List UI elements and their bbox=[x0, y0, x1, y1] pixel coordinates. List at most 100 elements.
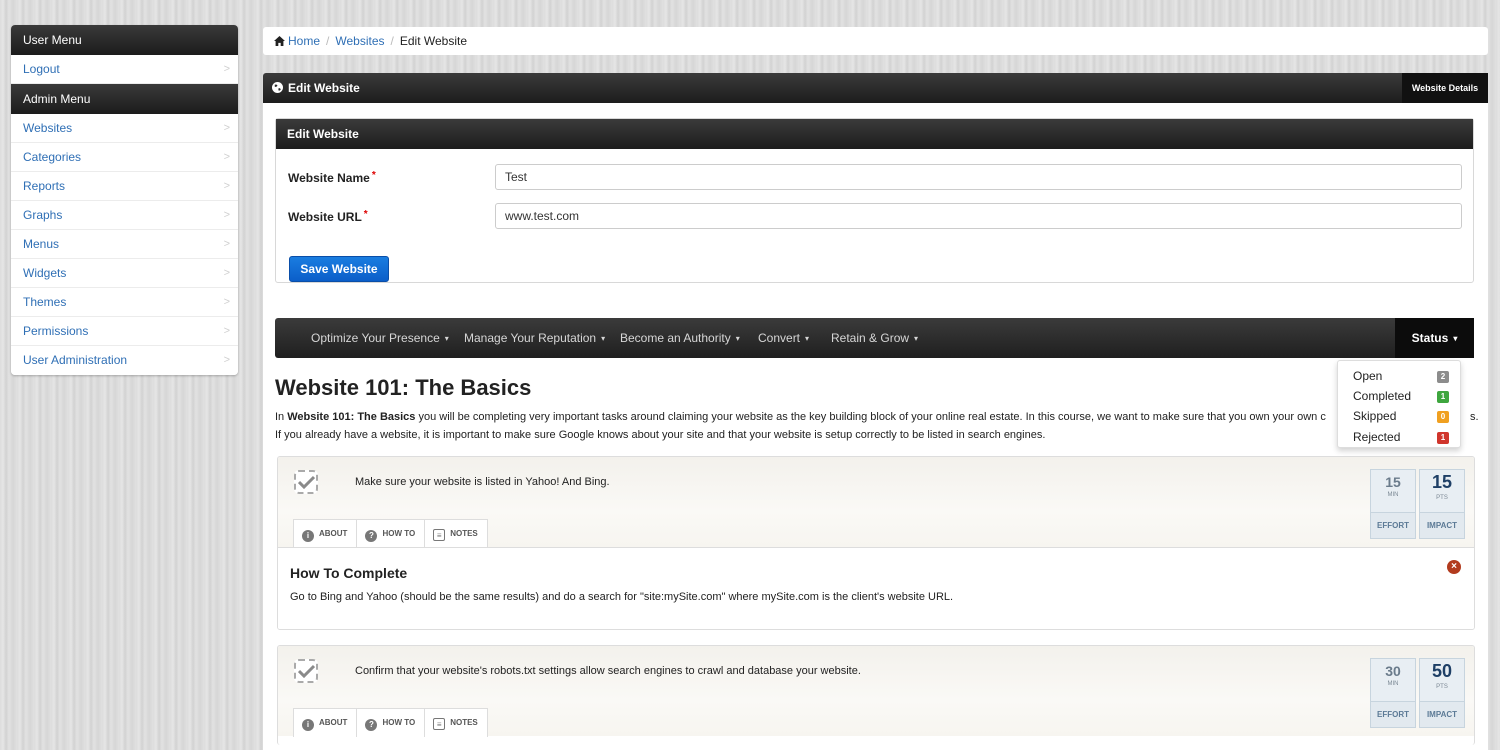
task-card: Make sure your website is listed in Yaho… bbox=[277, 456, 1475, 630]
sidebar-item-logout[interactable]: Logout > bbox=[11, 55, 238, 84]
sidebar-item-reports[interactable]: Reports > bbox=[11, 172, 238, 201]
desc-line-1: you will be completing very important ta… bbox=[415, 411, 1326, 423]
sidebar-item-themes[interactable]: Themes > bbox=[11, 288, 238, 317]
sidebar-item-widgets[interactable]: Widgets > bbox=[11, 259, 238, 288]
notes-icon: ≡ bbox=[433, 529, 446, 541]
tab-how-to[interactable]: ? HOW TO bbox=[356, 519, 426, 548]
task-header: Make sure your website is listed in Yaho… bbox=[278, 457, 1474, 548]
course-description: In Website 101: The Basics you will be c… bbox=[275, 408, 1480, 444]
caret-down-icon: ▾ bbox=[444, 334, 449, 343]
how-to-panel: How To Complete Go to Bing and Yahoo (sh… bbox=[278, 547, 1474, 629]
course-title: Website 101: The Basics bbox=[275, 375, 532, 400]
required-mark: * bbox=[363, 209, 368, 220]
caret-down-icon: ▾ bbox=[805, 334, 810, 343]
status-option-label: Open bbox=[1353, 369, 1383, 383]
sidebar-item-user-administration[interactable]: User Administration > bbox=[11, 346, 238, 375]
tab-notes[interactable]: ≡ NOTES bbox=[424, 708, 488, 737]
tab-label: HOW TO bbox=[382, 718, 416, 727]
tab-about[interactable]: i ABOUT bbox=[293, 708, 358, 737]
tab-notes[interactable]: ≡ NOTES bbox=[424, 519, 488, 548]
nav-retain-and-grow[interactable]: Retain & Grow ▾ bbox=[831, 318, 918, 359]
impact-metric: 15 PTS IMPACT bbox=[1419, 469, 1465, 539]
website-url-row: Website URL * bbox=[288, 203, 1463, 229]
effort-metric: 15 MIN EFFORT bbox=[1370, 469, 1416, 539]
nav-optimize-your-presence[interactable]: Optimize Your Presence ▾ bbox=[311, 318, 449, 359]
status-count-badge: 1 bbox=[1437, 391, 1449, 403]
tab-about[interactable]: i ABOUT bbox=[293, 519, 358, 548]
effort-value: 30 bbox=[1385, 663, 1401, 679]
breadcrumb-separator: / bbox=[390, 34, 394, 48]
user-menu-header: User Menu bbox=[11, 25, 238, 55]
task-checkbox[interactable] bbox=[294, 659, 318, 683]
course-nav: Optimize Your Presence ▾ Manage Your Repu… bbox=[275, 318, 1474, 358]
save-website-button[interactable]: Save Website bbox=[289, 256, 389, 282]
breadcrumb-home-link[interactable]: Home bbox=[288, 34, 320, 48]
tab-label: ABOUT bbox=[319, 718, 348, 727]
website-url-label-text: Website URL bbox=[288, 210, 362, 224]
sidebar-item-permissions[interactable]: Permissions > bbox=[11, 317, 238, 346]
panel-title: Edit Website bbox=[288, 81, 360, 95]
sidebar-item-websites[interactable]: Websites > bbox=[11, 114, 238, 143]
effort-unit: MIN bbox=[1387, 681, 1399, 687]
globe-icon bbox=[272, 82, 283, 93]
status-option-label: Rejected bbox=[1353, 430, 1401, 444]
tab-website-details[interactable]: Website Details bbox=[1402, 73, 1488, 103]
effort-unit: MIN bbox=[1387, 492, 1399, 498]
form-title: Edit Website bbox=[276, 119, 1473, 149]
sidebar-item-categories[interactable]: Categories > bbox=[11, 143, 238, 172]
how-to-text: Go to Bing and Yahoo (should be the same… bbox=[290, 591, 954, 603]
chevron-right-icon: > bbox=[223, 354, 230, 366]
status-count-badge: 2 bbox=[1437, 371, 1449, 383]
sidebar: User Menu Logout > Admin Menu Websites > … bbox=[11, 25, 238, 375]
close-icon[interactable]: × bbox=[1447, 560, 1461, 574]
nav-label: Become an Authority bbox=[620, 331, 731, 345]
task-checkbox[interactable] bbox=[294, 470, 318, 494]
status-count-badge: 1 bbox=[1437, 432, 1449, 444]
nav-label: Optimize Your Presence bbox=[311, 331, 440, 345]
sidebar-item-label: Logout bbox=[23, 62, 60, 76]
chevron-right-icon: > bbox=[223, 122, 230, 134]
tab-label: NOTES bbox=[450, 529, 478, 538]
website-url-input[interactable] bbox=[495, 203, 1462, 229]
sidebar-item-label: Categories bbox=[23, 150, 82, 164]
impact-unit: PTS bbox=[1436, 495, 1448, 501]
how-to-title: How To Complete bbox=[290, 565, 408, 581]
chevron-right-icon: > bbox=[223, 151, 230, 163]
nav-convert[interactable]: Convert ▾ bbox=[758, 318, 809, 359]
chevron-right-icon: > bbox=[223, 180, 230, 192]
task-text: Confirm that your website's robots.txt s… bbox=[355, 665, 861, 677]
chevron-right-icon: > bbox=[223, 63, 230, 75]
status-count-badge: 0 bbox=[1437, 411, 1449, 423]
task-header: Confirm that your website's robots.txt s… bbox=[278, 646, 1474, 737]
breadcrumb-websites-link[interactable]: Websites bbox=[335, 34, 384, 48]
sidebar-item-label: Themes bbox=[23, 295, 67, 309]
sidebar-item-graphs[interactable]: Graphs > bbox=[11, 201, 238, 230]
nav-label: Retain & Grow bbox=[831, 331, 910, 345]
desc-line-1-end: s. bbox=[1470, 411, 1479, 423]
status-dropdown-button[interactable]: Status ▾ bbox=[1395, 318, 1474, 358]
impact-value: 15 bbox=[1431, 472, 1453, 492]
task-tabs: i ABOUT ? HOW TO ≡ NOTES bbox=[293, 708, 488, 737]
status-option-open[interactable]: Open 2 bbox=[1353, 369, 1449, 387]
nav-become-an-authority[interactable]: Become an Authority ▾ bbox=[620, 318, 740, 359]
status-option-completed[interactable]: Completed 1 bbox=[1353, 389, 1449, 407]
status-option-rejected[interactable]: Rejected 1 bbox=[1353, 430, 1449, 448]
required-mark: * bbox=[371, 170, 376, 181]
sidebar-item-label: Widgets bbox=[23, 266, 67, 280]
sidebar-item-label: Permissions bbox=[23, 324, 89, 338]
impact-unit: PTS bbox=[1436, 684, 1448, 690]
question-icon: ? bbox=[365, 719, 378, 731]
tab-label: ABOUT bbox=[319, 529, 348, 538]
status-option-skipped[interactable]: Skipped 0 bbox=[1353, 409, 1449, 427]
sidebar-item-menus[interactable]: Menus > bbox=[11, 230, 238, 259]
course-description-line-2: If you already have a website, it is imp… bbox=[275, 429, 1046, 441]
tab-how-to[interactable]: ? HOW TO bbox=[356, 708, 426, 737]
panel-body: Edit Website Website Name* Website URL* … bbox=[263, 103, 1488, 750]
effort-label: EFFORT bbox=[1371, 512, 1415, 538]
chevron-right-icon: > bbox=[223, 325, 230, 337]
nav-manage-your-reputation[interactable]: Manage Your Reputation ▾ bbox=[464, 318, 605, 359]
sidebar-item-label: Websites bbox=[23, 121, 73, 135]
website-name-input[interactable] bbox=[495, 164, 1462, 190]
impact-value: 50 bbox=[1431, 661, 1453, 681]
effort-value: 15 bbox=[1385, 474, 1401, 490]
